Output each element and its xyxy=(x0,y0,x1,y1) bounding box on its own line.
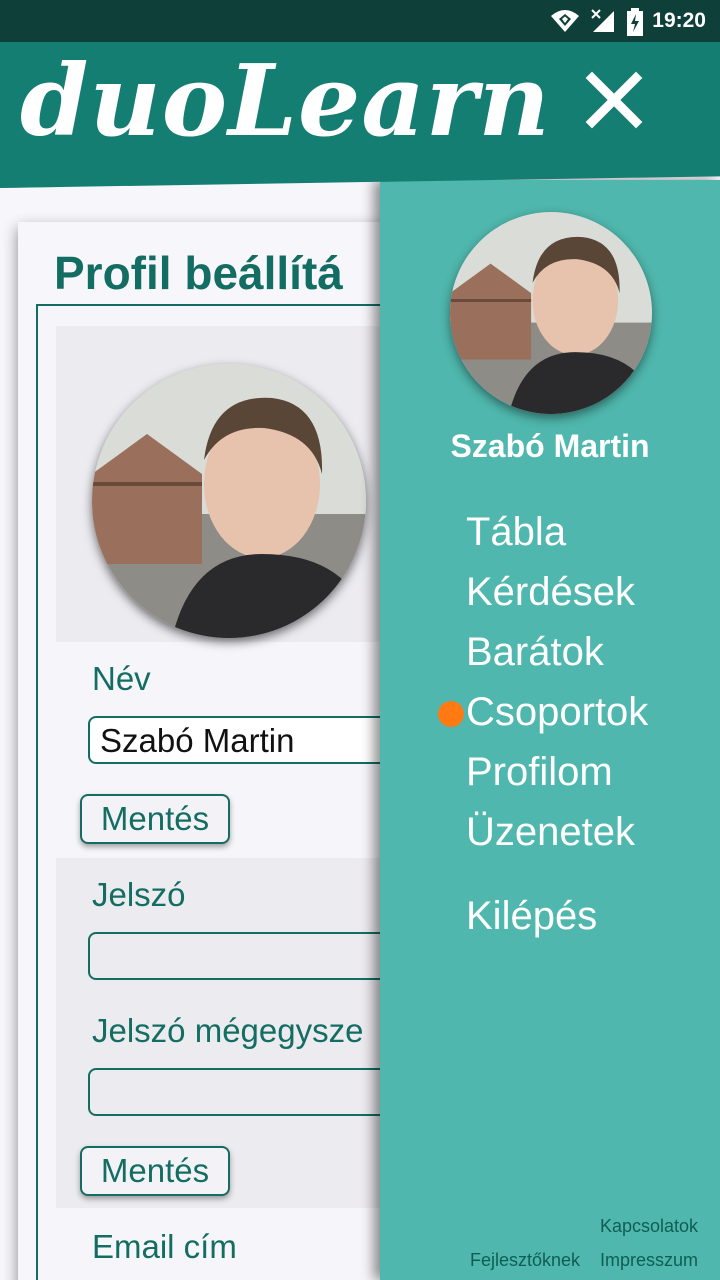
footer-link-imprint[interactable]: Impresszum xyxy=(600,1250,698,1271)
menu-item-kerdesek[interactable]: Kérdések xyxy=(466,562,648,622)
menu-item-tabla[interactable]: Tábla xyxy=(466,502,648,562)
battery-charging-icon xyxy=(627,8,643,36)
app-logo: duoLearn xyxy=(20,44,551,159)
drawer-avatar[interactable] xyxy=(450,212,652,414)
avatar[interactable] xyxy=(92,364,366,638)
avatar-photo xyxy=(92,364,366,638)
profile-settings-card: Profil beállítá F Név Szabó Martin Menté… xyxy=(18,222,456,1280)
page-title: Profil beállítá xyxy=(54,247,343,299)
app-header: duoLearn xyxy=(0,42,720,188)
close-icon xyxy=(585,71,643,129)
menu-item-csoportok[interactable]: Csoportok xyxy=(466,682,648,742)
clock: 19:20 xyxy=(652,9,706,32)
no-signal-icon xyxy=(591,9,614,32)
footer-link-contacts[interactable]: Kapcsolatok xyxy=(600,1216,698,1237)
menu-item-uzenetek[interactable]: Üzenetek xyxy=(466,802,648,862)
profile-photo-section: F xyxy=(56,326,436,642)
navigation-drawer: Szabó Martin Tábla Kérdések Barátok Csop… xyxy=(380,180,720,1280)
drawer-menu: Tábla Kérdések Barátok Csoportok Profilo… xyxy=(466,502,648,946)
active-indicator-dot xyxy=(438,701,464,727)
password-label: Jelszó xyxy=(92,876,186,913)
menu-item-baratok[interactable]: Barátok xyxy=(466,622,648,682)
drawer-user-name: Szabó Martin xyxy=(450,428,650,464)
name-label: Név xyxy=(92,660,151,697)
save-name-button[interactable]: Mentés xyxy=(80,794,230,844)
status-bar: 19:20 xyxy=(0,0,720,42)
email-label: Email cím xyxy=(92,1228,237,1265)
menu-item-logout[interactable]: Kilépés xyxy=(466,886,648,946)
name-field[interactable]: Szabó Martin xyxy=(88,716,418,764)
save-password-button[interactable]: Mentés xyxy=(80,1146,230,1196)
password-field[interactable] xyxy=(88,932,418,980)
menu-item-profilom[interactable]: Profilom xyxy=(466,742,648,802)
drawer-avatar-photo xyxy=(450,212,652,414)
password-again-field[interactable] xyxy=(88,1068,418,1116)
wifi-icon xyxy=(551,10,579,32)
footer-link-developers[interactable]: Fejlesztőknek xyxy=(470,1250,580,1271)
password-again-label: Jelszó mégegysze xyxy=(92,1012,364,1049)
close-drawer-button[interactable] xyxy=(584,70,644,130)
